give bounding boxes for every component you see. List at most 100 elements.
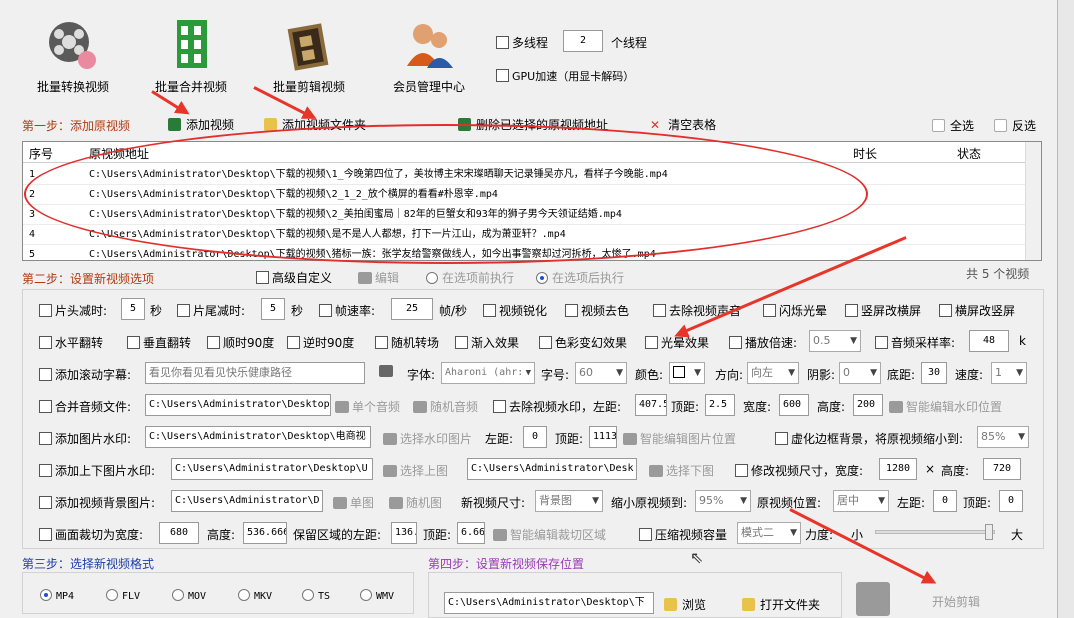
sample-option[interactable]: 音频采样率:	[875, 334, 955, 351]
format-radio[interactable]	[360, 589, 372, 601]
blur-bg-checkbox[interactable]	[775, 432, 788, 445]
flash-option[interactable]: 闪烁光晕	[763, 302, 827, 319]
new-size-select[interactable]: 背景图 ▼	[535, 490, 603, 512]
single-audio-button[interactable]: 单个音频	[335, 398, 400, 415]
updown-checkbox[interactable]	[39, 464, 52, 477]
vflip-option[interactable]: 垂直翻转	[127, 334, 191, 351]
cw90-checkbox[interactable]	[207, 336, 220, 349]
crop-height-input[interactable]: 536.666	[243, 522, 287, 544]
compress-checkbox[interactable]	[639, 528, 652, 541]
h2v-checkbox[interactable]	[939, 304, 952, 317]
img-wm-input[interactable]: C:\Users\Administrator\Desktop\电商视	[145, 426, 371, 448]
direction-select[interactable]: 向左 ▼	[747, 362, 799, 384]
speed-checkbox[interactable]	[729, 336, 742, 349]
after-radio-dot[interactable]	[536, 272, 548, 284]
before-radio[interactable]: 在选项前执行	[426, 269, 514, 286]
resize-option[interactable]: 修改视频尺寸，宽度:	[735, 462, 863, 479]
invert-button[interactable]: 反选	[994, 117, 1036, 134]
speed2-select[interactable]: 1 ▼	[991, 362, 1027, 384]
crop-checkbox[interactable]	[39, 528, 52, 541]
size-select[interactable]: 60 ▼	[575, 362, 627, 384]
v2h-checkbox[interactable]	[845, 304, 858, 317]
sharpen-checkbox[interactable]	[483, 304, 496, 317]
smart-crop-button[interactable]: 智能编辑裁切区域	[493, 526, 606, 543]
multithread-checkbox[interactable]	[496, 36, 509, 49]
position-select[interactable]: 居中 ▼	[833, 490, 889, 512]
resize-height-input[interactable]: 720	[983, 458, 1021, 480]
single-img-button[interactable]: 单图	[333, 494, 374, 511]
shadow-select[interactable]: 0 ▼	[839, 362, 881, 384]
bottom-input[interactable]: 30	[921, 362, 947, 384]
color-fx-option[interactable]: 色彩变幻效果	[539, 334, 627, 351]
start-button[interactable]: 开始剪辑	[932, 593, 980, 610]
decolor-option[interactable]: 视频去色	[565, 302, 629, 319]
ccw90-checkbox[interactable]	[287, 336, 300, 349]
img-top-input[interactable]: 1113	[589, 426, 617, 448]
img-wm-option[interactable]: 添加图片水印:	[39, 430, 131, 447]
add-video-button[interactable]: 添加视频	[168, 116, 234, 133]
merge-audio-option[interactable]: 合并音频文件:	[39, 398, 131, 415]
flash-checkbox[interactable]	[763, 304, 776, 317]
format-ts[interactable]: TS	[302, 589, 330, 602]
select-all-button[interactable]: 全选	[932, 117, 974, 134]
pos-left-input[interactable]: 0	[933, 490, 957, 512]
batch-clip-button[interactable]: 批量剪辑视频	[254, 12, 364, 102]
frame-rate-checkbox[interactable]	[319, 304, 332, 317]
text-edit-icon[interactable]	[379, 364, 396, 378]
thread-count-input[interactable]: 2	[563, 30, 603, 52]
open-folder-button[interactable]: 打开文件夹	[742, 596, 820, 613]
multithread-option[interactable]: 多线程	[496, 34, 548, 51]
subtitle-option[interactable]: 添加滚动字幕:	[39, 366, 131, 383]
vflip-checkbox[interactable]	[127, 336, 140, 349]
updown-option[interactable]: 添加上下图片水印:	[39, 462, 155, 479]
ccw90-option[interactable]: 逆时90度	[287, 334, 354, 351]
resize-checkbox[interactable]	[735, 464, 748, 477]
head-cut-checkbox[interactable]	[39, 304, 52, 317]
crop-width-input[interactable]: 680	[159, 522, 199, 544]
frame-rate-option[interactable]: 帧速率:	[319, 302, 375, 319]
resize-width-input[interactable]: 1280	[879, 458, 917, 480]
batch-merge-button[interactable]: 批量合并视频	[136, 12, 246, 102]
down-img-input[interactable]: C:\Users\Administrator\Desk	[467, 458, 637, 480]
gpu-option[interactable]: GPU加速（用显卡解码）	[496, 68, 634, 84]
wm-left-input[interactable]: 407.5	[635, 394, 667, 416]
tail-cut-checkbox[interactable]	[177, 304, 190, 317]
fade-in-checkbox[interactable]	[455, 336, 468, 349]
font-select[interactable]: Aharoni (ahr: ▼	[441, 362, 535, 384]
smart-img-button[interactable]: 智能编辑图片位置	[623, 430, 736, 447]
speed-option[interactable]: 播放倍速:	[729, 334, 797, 351]
format-wmv[interactable]: WMV	[360, 589, 394, 602]
after-radio[interactable]: 在选项后执行	[536, 269, 624, 286]
sample-input[interactable]: 48	[969, 330, 1009, 352]
sel-up-button[interactable]: 选择上图	[383, 462, 448, 479]
rand-trans-checkbox[interactable]	[375, 336, 388, 349]
smart-wm-button[interactable]: 智能编辑水印位置	[889, 398, 1002, 415]
shrink-select[interactable]: 95% ▼	[695, 490, 751, 512]
format-radio[interactable]	[302, 589, 314, 601]
img-wm-checkbox[interactable]	[39, 432, 52, 445]
format-radio[interactable]	[172, 589, 184, 601]
member-center-button[interactable]: 会员管理中心	[374, 12, 484, 102]
fade-in-option[interactable]: 渐入效果	[455, 334, 519, 351]
merge-audio-checkbox[interactable]	[39, 400, 52, 413]
up-img-input[interactable]: C:\Users\Administrator\Desktop\U	[171, 458, 373, 480]
format-mkv[interactable]: MKV	[238, 589, 272, 602]
wm-height-input[interactable]: 200	[853, 394, 883, 416]
strength-slider-handle[interactable]	[985, 524, 993, 540]
save-path-input[interactable]: C:\Users\Administrator\Desktop\下	[444, 592, 654, 614]
compress-option[interactable]: 压缩视频容量	[639, 526, 727, 543]
batch-convert-button[interactable]: 批量转换视频	[18, 12, 128, 102]
format-mov[interactable]: MOV	[172, 589, 206, 602]
clear-table-button[interactable]: ✕ 清空表格	[650, 116, 716, 133]
sample-checkbox[interactable]	[875, 336, 888, 349]
tail-cut-input[interactable]: 5	[261, 298, 285, 320]
format-flv[interactable]: FLV	[106, 589, 140, 602]
strength-slider[interactable]	[875, 530, 995, 534]
format-radio[interactable]	[106, 589, 118, 601]
keep-left-input[interactable]: 136.	[391, 522, 417, 544]
edit-button[interactable]: 编辑	[358, 269, 399, 286]
sharpen-option[interactable]: 视频锐化	[483, 302, 547, 319]
format-radio[interactable]	[40, 589, 52, 601]
merge-audio-input[interactable]: C:\Users\Administrator\Desktop	[145, 394, 331, 416]
decolor-checkbox[interactable]	[565, 304, 578, 317]
